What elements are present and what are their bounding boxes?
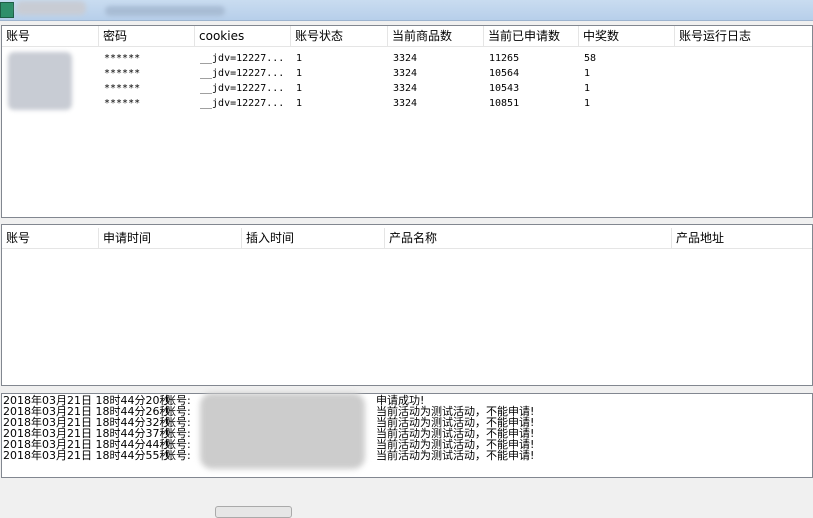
cell-applied: 10564 [489, 68, 520, 79]
redacted-menu [105, 6, 225, 16]
cell-applied: 10543 [489, 83, 520, 94]
title-bar [0, 0, 813, 21]
column-header[interactable]: 产品地址 [672, 228, 812, 248]
cell-cookies: __jdv=12227... [200, 53, 285, 64]
column-header[interactable]: 账号运行日志 [675, 26, 812, 46]
cell-goods: 3324 [393, 53, 418, 64]
log-line: 2018年03月21日 18时44分55秒 账号: 当前活动为测试活动，不能申请! [3, 450, 811, 461]
column-header[interactable]: 账号 [2, 26, 99, 46]
table-row[interactable]: ****** __jdv=12227... 1 3324 10851 1 [2, 97, 812, 112]
cell-wins: 1 [584, 98, 591, 109]
bottom-button[interactable] [215, 506, 292, 518]
cell-wins: 1 [584, 68, 591, 79]
accounts-table-header: 账号 密码 cookies 账号状态 当前商品数 当前已申请数 中奖数 账号运行日志 [2, 26, 812, 47]
applications-table-header: 账号 申请时间 插入时间 产品名称 产品地址 [2, 228, 812, 249]
cell-status: 1 [296, 83, 303, 94]
log-label: 账号: [165, 449, 191, 462]
cell-cookies: __jdv=12227... [200, 68, 285, 79]
column-header[interactable]: 中奖数 [579, 26, 675, 46]
column-header[interactable]: 当前商品数 [388, 26, 484, 46]
log-output[interactable]: 2018年03月21日 18时44分20秒 账号: 申请成功! 2018年03月21日… [1, 393, 813, 478]
redacted-log-accounts [200, 393, 365, 469]
cell-applied: 10851 [489, 98, 520, 109]
cell-password: ****** [104, 68, 141, 79]
log-time: 2018年03月21日 18时44分55秒 [3, 449, 171, 462]
table-row[interactable]: ****** __jdv=12227... 1 3324 10564 1 [2, 67, 812, 82]
cell-goods: 3324 [393, 98, 418, 109]
redacted-title [16, 1, 86, 15]
redacted-accounts [8, 52, 72, 110]
cell-password: ****** [104, 83, 141, 94]
accounts-table[interactable]: 账号 密码 cookies 账号状态 当前商品数 当前已申请数 中奖数 账号运行日志 ****… [1, 25, 813, 218]
column-header[interactable]: 申请时间 [99, 228, 242, 248]
table-row[interactable]: ****** __jdv=12227... 1 3324 10543 1 [2, 82, 812, 97]
column-header[interactable]: 账号 [2, 228, 99, 248]
cell-password: ****** [104, 98, 141, 109]
cell-goods: 3324 [393, 83, 418, 94]
column-header[interactable]: 账号状态 [291, 26, 388, 46]
cell-wins: 1 [584, 83, 591, 94]
table-row[interactable]: ****** __jdv=12227... 1 3324 11265 58 [2, 52, 812, 67]
cell-password: ****** [104, 53, 141, 64]
cell-applied: 11265 [489, 53, 520, 64]
cell-status: 1 [296, 68, 303, 79]
column-header[interactable]: 插入时间 [242, 228, 385, 248]
cell-wins: 58 [584, 53, 597, 64]
column-header[interactable]: 当前已申请数 [484, 26, 579, 46]
column-header[interactable]: 密码 [99, 26, 195, 46]
cell-goods: 3324 [393, 68, 418, 79]
app-icon [0, 2, 14, 18]
column-header[interactable]: cookies [195, 26, 291, 46]
cell-cookies: __jdv=12227... [200, 83, 285, 94]
column-header[interactable]: 产品名称 [385, 228, 672, 248]
cell-status: 1 [296, 53, 303, 64]
cell-cookies: __jdv=12227... [200, 98, 285, 109]
log-message: 当前活动为测试活动，不能申请! [376, 449, 535, 462]
applications-table[interactable]: 账号 申请时间 插入时间 产品名称 产品地址 [1, 224, 813, 386]
cell-status: 1 [296, 98, 303, 109]
